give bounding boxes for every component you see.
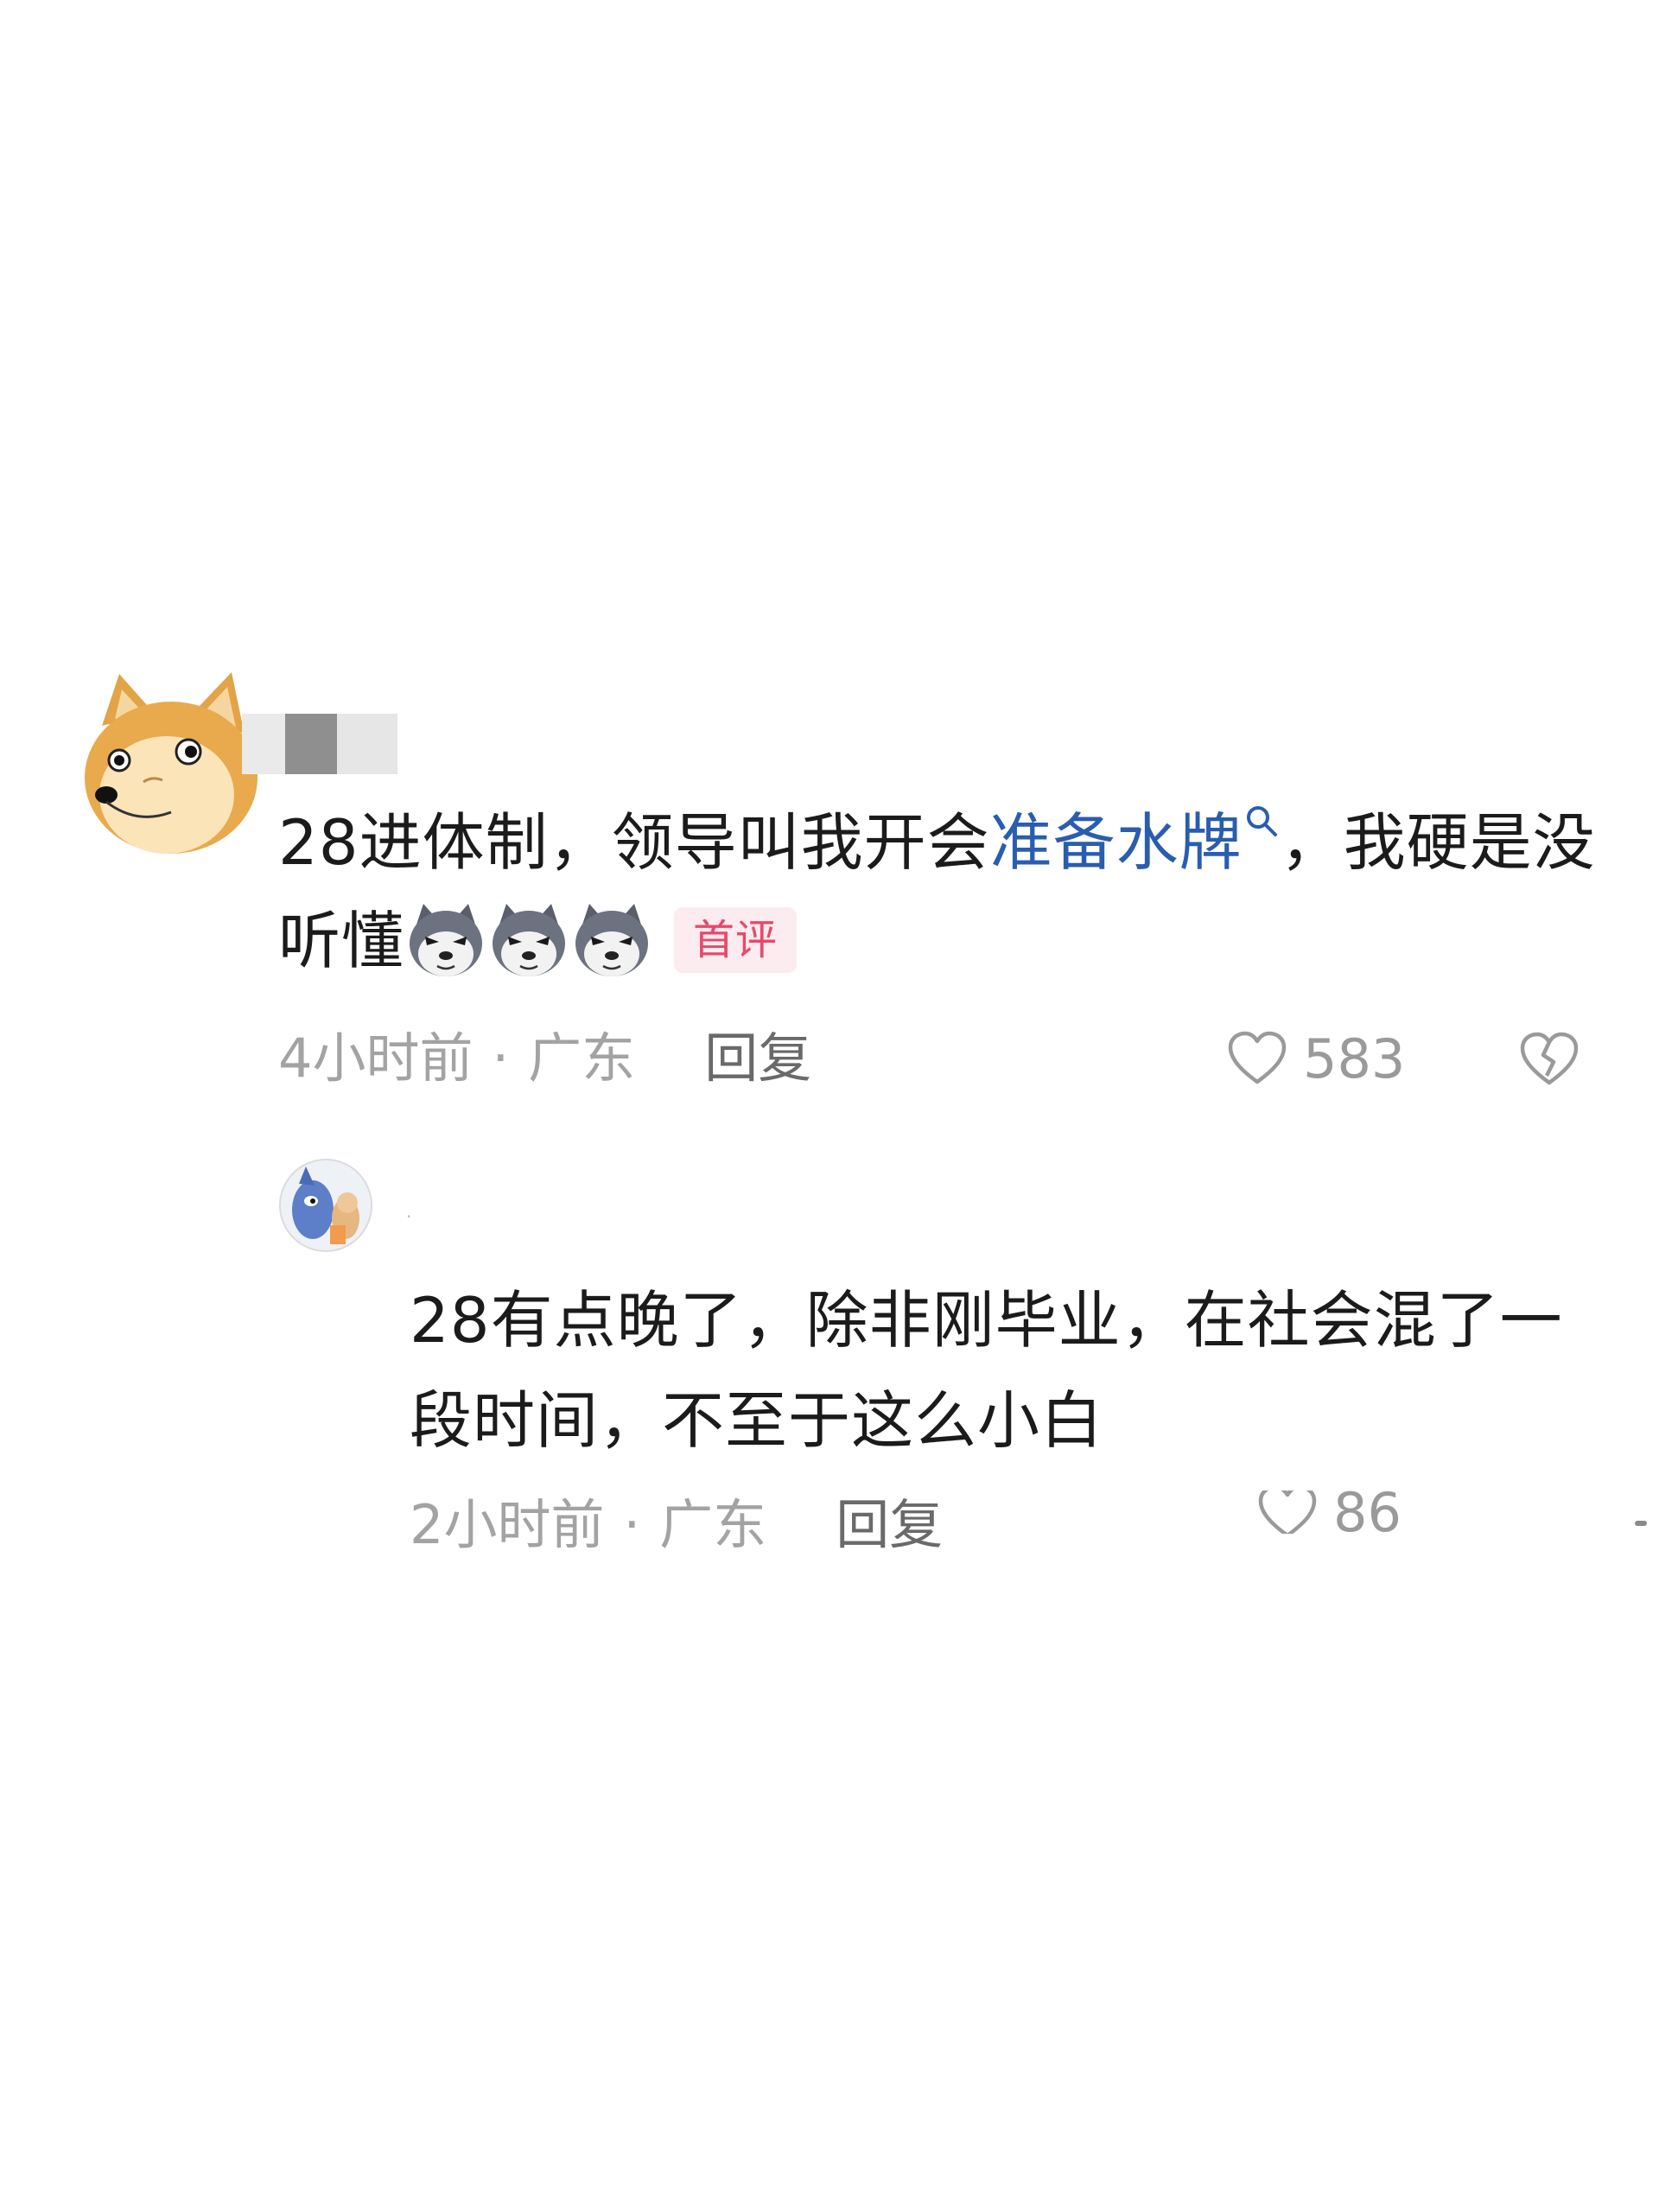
main-comment-text: 28进体制，领导叫我开会准备水牌 ，我硬是没听懂 首评 xyxy=(278,793,1609,990)
reply-username[interactable]: . xyxy=(406,1201,423,1222)
like-count: 583 xyxy=(1303,1027,1406,1090)
main-comment-meta: 4小时前 · 广东 回复 xyxy=(278,1024,811,1093)
doge-avatar[interactable] xyxy=(67,665,266,864)
meta-separator: · xyxy=(623,1493,641,1556)
heart-outline-icon xyxy=(1228,1031,1287,1084)
keyword-label: 准备水牌 xyxy=(989,806,1243,879)
username-blurred[interactable] xyxy=(242,714,397,774)
reply-time: 2小时前 xyxy=(410,1493,605,1556)
reply-comment-text: 28有点晚了，除非刚毕业，在社会混了一段时间，不至于这么小白 xyxy=(410,1284,1563,1457)
wolf-emoji-icon xyxy=(493,904,566,977)
reply-like-button[interactable]: 86 xyxy=(1257,1491,1404,1534)
keyword-search-link[interactable]: 准备水牌 xyxy=(990,806,1281,879)
search-icon xyxy=(1246,806,1277,836)
comment-location: 广东 xyxy=(528,1027,636,1090)
first-comment-badge: 首评 xyxy=(674,907,798,974)
reply-like-count: 86 xyxy=(1333,1491,1402,1534)
reply-comment-meta: 2小时前 · 广东 回复 xyxy=(410,1491,943,1560)
meta-separator: · xyxy=(492,1027,510,1090)
cartoon-avatar[interactable] xyxy=(278,1158,373,1253)
reply-button[interactable]: 回复 xyxy=(704,1027,811,1090)
broken-heart-icon xyxy=(1520,1032,1579,1085)
wolf-emoji-icon xyxy=(575,904,649,977)
reply-button[interactable]: 回复 xyxy=(836,1493,943,1556)
heart-outline-icon xyxy=(1258,1491,1317,1534)
wolf-emoji-icon xyxy=(410,904,483,977)
reply-location: 广东 xyxy=(659,1493,767,1556)
scroll-indicator xyxy=(1635,1521,1647,1526)
comment-time: 4小时前 xyxy=(278,1027,474,1090)
dislike-button[interactable] xyxy=(1519,1031,1580,1091)
like-button[interactable]: 583 xyxy=(1227,1024,1405,1093)
comment-text-before: 28进体制，领导叫我开会 xyxy=(278,806,990,879)
